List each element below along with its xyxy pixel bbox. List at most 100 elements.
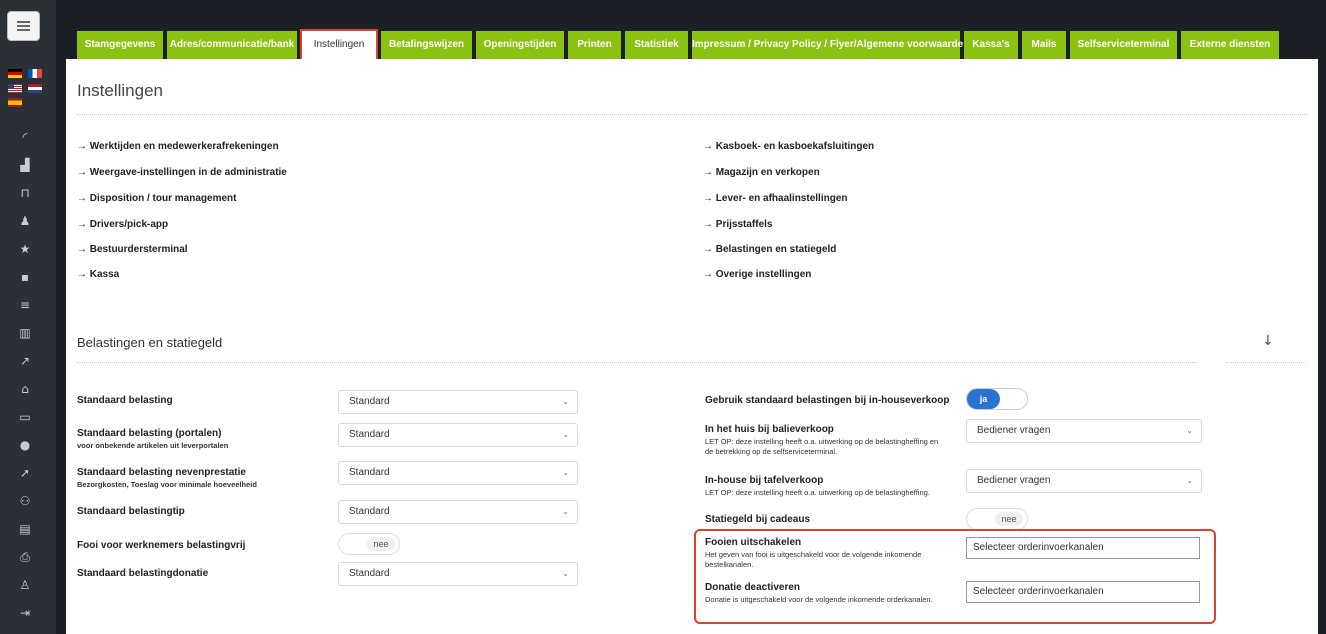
tab-instellingen[interactable]: Instellingen — [300, 29, 378, 61]
chevron-down-icon: ⌄ — [1186, 426, 1193, 435]
link-kasboek[interactable]: → Kasboek- en kasboekafsluitingen — [703, 141, 874, 152]
disable-tips-label: Fooien uitschakelen Het geven van fooi is… — [705, 537, 935, 570]
tab-adres[interactable]: Adres/communicatie/bank — [167, 31, 297, 59]
toggle-state: nee — [367, 537, 395, 551]
page-title: Instellingen — [77, 81, 164, 100]
disable-tips-title: Fooien uitschakelen — [705, 537, 802, 548]
use-std-inhouse-toggle[interactable]: ja — [966, 388, 1028, 410]
tab-statistiek[interactable]: Statistiek — [625, 31, 688, 59]
add-user-icon[interactable]: ♟ — [15, 212, 35, 230]
std-tax-donation-value: Standard — [349, 568, 390, 579]
users-icon[interactable]: ⚇ — [15, 492, 35, 510]
link-lever-afhaal[interactable]: → Lever- en afhaalinstellingen — [703, 193, 847, 204]
user-icon[interactable]: ● — [15, 436, 35, 454]
std-tax-select[interactable]: Standard ⌄ — [338, 390, 578, 414]
deposit-gifts-label: Statiegeld bij cadeaus — [705, 514, 811, 525]
table-sale-label: In-house bij tafelverkoop LET OP: deze in… — [705, 475, 955, 498]
profile-icon[interactable]: ♙ — [15, 576, 35, 594]
std-tax-tip-select[interactable]: Standard ⌄ — [338, 500, 578, 524]
table-sale-title: In-house bij tafelverkoop — [705, 475, 824, 486]
chevron-down-icon: ⌄ — [1186, 476, 1193, 485]
tab-betalingswijzen[interactable]: Betalingswijzen — [381, 31, 472, 59]
tab-impressum[interactable]: Impressum / Privacy Policy / Flyer/Algem… — [692, 31, 969, 59]
std-tax-side-select[interactable]: Standard ⌄ — [338, 461, 578, 485]
tab-selfserviceterminal[interactable]: Selfserviceterminal — [1070, 31, 1177, 59]
link-prijsstaffels[interactable]: → Prijsstaffels — [703, 219, 772, 230]
home-icon[interactable]: ⌂ — [15, 380, 35, 398]
book-icon[interactable]: ▥ — [15, 324, 35, 342]
cart-icon[interactable]: ⊓ — [15, 184, 35, 202]
tip-taxfree-toggle[interactable]: nee — [338, 533, 400, 555]
link-drivers[interactable]: → Drivers/pick-app — [77, 219, 168, 230]
tab-kassas[interactable]: Kassa's — [964, 31, 1018, 59]
link-kassa[interactable]: → Kassa — [77, 269, 119, 280]
std-tax-side-title: Standaard belasting nevenprestatie — [77, 467, 246, 478]
flag-us-icon[interactable] — [8, 84, 22, 93]
table-sale-value: Bediener vragen — [977, 475, 1051, 486]
logout-icon[interactable]: ⇥ — [15, 604, 35, 622]
tab-openingstijden[interactable]: Openingstijden — [476, 31, 564, 59]
link-belastingen[interactable]: → Belastingen en statiegeld — [703, 244, 836, 255]
tab-printen[interactable]: Printen — [568, 31, 621, 59]
link-disposition[interactable]: → Disposition / tour management — [77, 193, 236, 204]
std-tax-donation-select[interactable]: Standard ⌄ — [338, 562, 578, 586]
disable-donation-help: Donatie is uitgeschakeld voor de volgend… — [705, 595, 933, 604]
tab-externe-diensten[interactable]: Externe diensten — [1181, 31, 1279, 59]
line-chart-icon[interactable]: ↗ — [15, 352, 35, 370]
link-bestuurdersterminal[interactable]: → Bestuurdersterminal — [77, 244, 188, 255]
flag-fr-icon[interactable] — [28, 69, 42, 78]
std-tax-portals-select[interactable]: Standard ⌄ — [338, 423, 578, 447]
toggle-state: ja — [967, 389, 1000, 409]
list-icon[interactable]: ≡ — [15, 296, 35, 314]
flag-es-icon[interactable] — [8, 98, 22, 107]
std-tax-side-label: Standaard belasting nevenprestatie Bezorg… — [77, 467, 257, 490]
flag-nl-icon[interactable] — [28, 84, 42, 93]
star-icon[interactable]: ★ — [15, 240, 35, 258]
std-tax-label: Standaard belasting — [77, 395, 173, 406]
section-title: Belastingen en statiegeld — [77, 335, 223, 350]
disable-donation-input[interactable]: Selecteer orderinvoerkanalen — [966, 581, 1200, 603]
monitor-icon[interactable]: ▭ — [15, 408, 35, 426]
printer-icon[interactable]: ⎙ — [15, 548, 35, 566]
bar-chart-icon[interactable]: ▟ — [15, 156, 35, 174]
tab-stamgegevens[interactable]: Stamgegevens — [77, 31, 163, 59]
divider — [1226, 362, 1306, 363]
chevron-down-icon: ⌄ — [562, 507, 569, 516]
toggle-state: nee — [995, 512, 1023, 526]
disable-donation-title: Donatie deactiveren — [705, 582, 801, 593]
counter-sale-label: In het huis bij balieverkoop LET OP: deze… — [705, 424, 945, 457]
std-tax-portals-label: Standaard belasting (portalen) voor onbek… — [77, 428, 228, 451]
std-tax-side-value: Standard — [349, 467, 390, 478]
link-overige[interactable]: → Overige instellingen — [703, 269, 811, 280]
disable-tips-input[interactable]: Selecteer orderinvoerkanalen — [966, 537, 1200, 559]
counter-sale-select[interactable]: Bediener vragen ⌄ — [966, 419, 1202, 443]
link-magazijn[interactable]: → Magazijn en verkopen — [703, 167, 820, 178]
chevron-down-icon: ⌄ — [562, 468, 569, 477]
tip-taxfree-label: Fooi voor werknemers belastingvrij — [77, 540, 246, 551]
dashboard-gauge-icon[interactable]: ◜ — [15, 128, 35, 146]
rocket-icon[interactable]: ➚ — [15, 464, 35, 482]
table-sale-help: LET OP: deze instelling heeft o.a. uitwe… — [705, 488, 930, 497]
deposit-gifts-toggle[interactable]: nee — [966, 508, 1028, 530]
tab-bar: Stamgegevens Adres/communicatie/bank Ins… — [77, 29, 1283, 61]
use-std-inhouse-label: Gebruik standaard belastingen bij in-hou… — [705, 395, 950, 406]
menu-toggle-button[interactable] — [7, 11, 40, 41]
counter-sale-title: In het huis bij balieverkoop — [705, 424, 834, 435]
flag-de-icon[interactable] — [8, 69, 22, 78]
std-tax-portals-help: voor onbekende artikelen uit leverportal… — [77, 441, 229, 450]
disable-donation-label: Donatie deactiveren Donatie is uitgeschak… — [705, 582, 935, 605]
link-werktijden[interactable]: → Werktijden en medewerkerafrekeningen — [77, 141, 279, 152]
sidebar: ◜ ▟ ⊓ ♟ ★ ▪ ≡ ▥ ↗ ⌂ ▭ ● ➚ ⚇ ▤ ⎙ ♙ ⇥ — [0, 0, 56, 634]
divider — [77, 114, 1307, 115]
hamburger-icon — [17, 21, 30, 31]
counter-sale-help: LET OP: deze instelling heeft o.a. uitwe… — [705, 437, 939, 456]
link-weergave[interactable]: → Weergave-instellingen in de administra… — [77, 167, 287, 178]
std-tax-value: Standard — [349, 396, 390, 407]
archive-icon[interactable]: ▪ — [15, 268, 35, 286]
tab-mails[interactable]: Mails — [1022, 31, 1066, 59]
arrow-down-icon[interactable]: ↓ — [1262, 333, 1274, 349]
chevron-down-icon: ⌄ — [562, 397, 569, 406]
database-icon[interactable]: ▤ — [15, 520, 35, 538]
std-tax-tip-label: Standaard belastingtip — [77, 506, 185, 517]
table-sale-select[interactable]: Bediener vragen ⌄ — [966, 469, 1202, 493]
